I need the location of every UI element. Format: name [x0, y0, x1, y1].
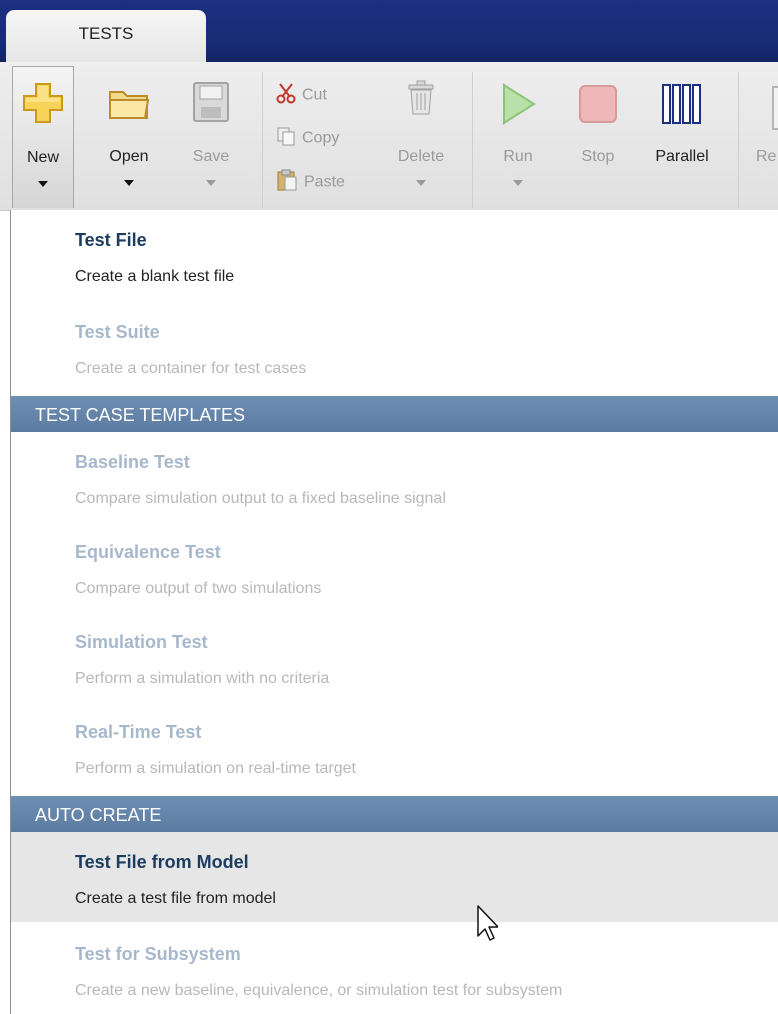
- mouse-cursor-icon: [468, 904, 499, 949]
- tab-tests[interactable]: TESTS: [6, 10, 206, 62]
- menu-item-description: Compare output of two simulations: [75, 580, 322, 597]
- menu-item-description: Create a blank test file: [75, 268, 235, 285]
- stop-label: Stop: [581, 148, 615, 165]
- menu-item-description: Create a new baseline, equivalence, or s…: [75, 982, 563, 999]
- folder-icon: [107, 84, 151, 127]
- stop-icon: [576, 82, 620, 131]
- parallel-label: Parallel: [655, 148, 709, 165]
- save-button[interactable]: Save: [178, 66, 244, 208]
- menu-item-title: Test File: [75, 230, 147, 250]
- play-icon: [498, 82, 538, 131]
- menu-item-test-file-from-model[interactable]: Test File from Model Create a test file …: [11, 832, 778, 922]
- open-label: Open: [109, 148, 149, 165]
- scissors-icon: [276, 82, 296, 109]
- save-dropdown-arrow[interactable]: [206, 180, 216, 186]
- menu-item-title: Simulation Test: [75, 632, 208, 652]
- toolstrip: New Open Save Cut Copy Paste Delete Run …: [0, 62, 778, 211]
- tab-strip: TESTS: [0, 0, 778, 62]
- new-label: New: [26, 149, 59, 166]
- menu-item-description: Create a container for test cases: [75, 360, 307, 377]
- save-label: Save: [192, 148, 230, 165]
- toolbar-separator: [738, 72, 739, 208]
- menu-item-test-for-subsystem[interactable]: Test for Subsystem Create a new baseline…: [11, 924, 778, 1014]
- toolbar-separator: [472, 72, 473, 208]
- run-button[interactable]: Run: [488, 66, 548, 208]
- menu-item-title: Test File from Model: [75, 852, 249, 872]
- clipboard-icon: [276, 168, 298, 197]
- menu-item-title: Real-Time Test: [75, 722, 202, 742]
- copy-icon: [276, 126, 296, 151]
- paste-button[interactable]: Paste: [276, 168, 345, 191]
- menu-item-test-file[interactable]: Test File Create a blank test file: [11, 210, 778, 300]
- copy-button[interactable]: Copy: [276, 126, 339, 148]
- parallel-bars-icon: [660, 82, 704, 131]
- run-label: Run: [503, 148, 533, 165]
- menu-item-description: Compare simulation output to a fixed bas…: [75, 490, 446, 507]
- new-dropdown-menu: Test File Create a blank test file Test …: [10, 210, 778, 1014]
- menu-item-baseline-test[interactable]: Baseline Test Compare simulation output …: [11, 432, 778, 522]
- menu-item-description: Perform a simulation on real-time target: [75, 760, 356, 777]
- delete-dropdown-arrow[interactable]: [416, 180, 426, 186]
- trash-icon: [405, 80, 437, 121]
- new-dropdown-arrow[interactable]: [38, 181, 48, 187]
- open-button[interactable]: Open: [96, 66, 162, 208]
- menu-item-description: Create a test file from model: [75, 890, 276, 907]
- report-icon: [772, 86, 778, 130]
- report-label: Re: [756, 148, 777, 165]
- delete-button[interactable]: Delete: [386, 66, 456, 208]
- cut-button[interactable]: Cut: [276, 82, 327, 104]
- report-button[interactable]: Re: [752, 66, 778, 208]
- copy-label: Copy: [302, 129, 340, 147]
- toolbar-separator: [262, 72, 263, 208]
- stop-button[interactable]: Stop: [568, 66, 628, 208]
- cut-label: Cut: [302, 86, 327, 104]
- section-header-auto-create: AUTO CREATE: [11, 796, 778, 832]
- disk-icon: [191, 80, 231, 129]
- run-dropdown-arrow[interactable]: [513, 180, 523, 186]
- paste-label: Paste: [304, 173, 345, 191]
- menu-item-real-time-test[interactable]: Real-Time Test Perform a simulation on r…: [11, 702, 778, 792]
- menu-item-equivalence-test[interactable]: Equivalence Test Compare output of two s…: [11, 522, 778, 612]
- delete-label: Delete: [397, 148, 445, 165]
- section-header-test-case-templates: TEST CASE TEMPLATES: [11, 396, 778, 432]
- menu-item-title: Test for Subsystem: [75, 944, 241, 964]
- plus-icon: [21, 81, 65, 130]
- menu-item-title: Baseline Test: [75, 452, 190, 472]
- menu-item-title: Test Suite: [75, 322, 160, 342]
- new-button[interactable]: New: [12, 66, 74, 208]
- menu-item-simulation-test[interactable]: Simulation Test Perform a simulation wit…: [11, 612, 778, 702]
- open-dropdown-arrow[interactable]: [124, 180, 134, 186]
- menu-item-test-suite[interactable]: Test Suite Create a container for test c…: [11, 302, 778, 392]
- menu-item-title: Equivalence Test: [75, 542, 221, 562]
- parallel-button[interactable]: Parallel: [646, 66, 718, 208]
- menu-item-description: Perform a simulation with no criteria: [75, 670, 330, 687]
